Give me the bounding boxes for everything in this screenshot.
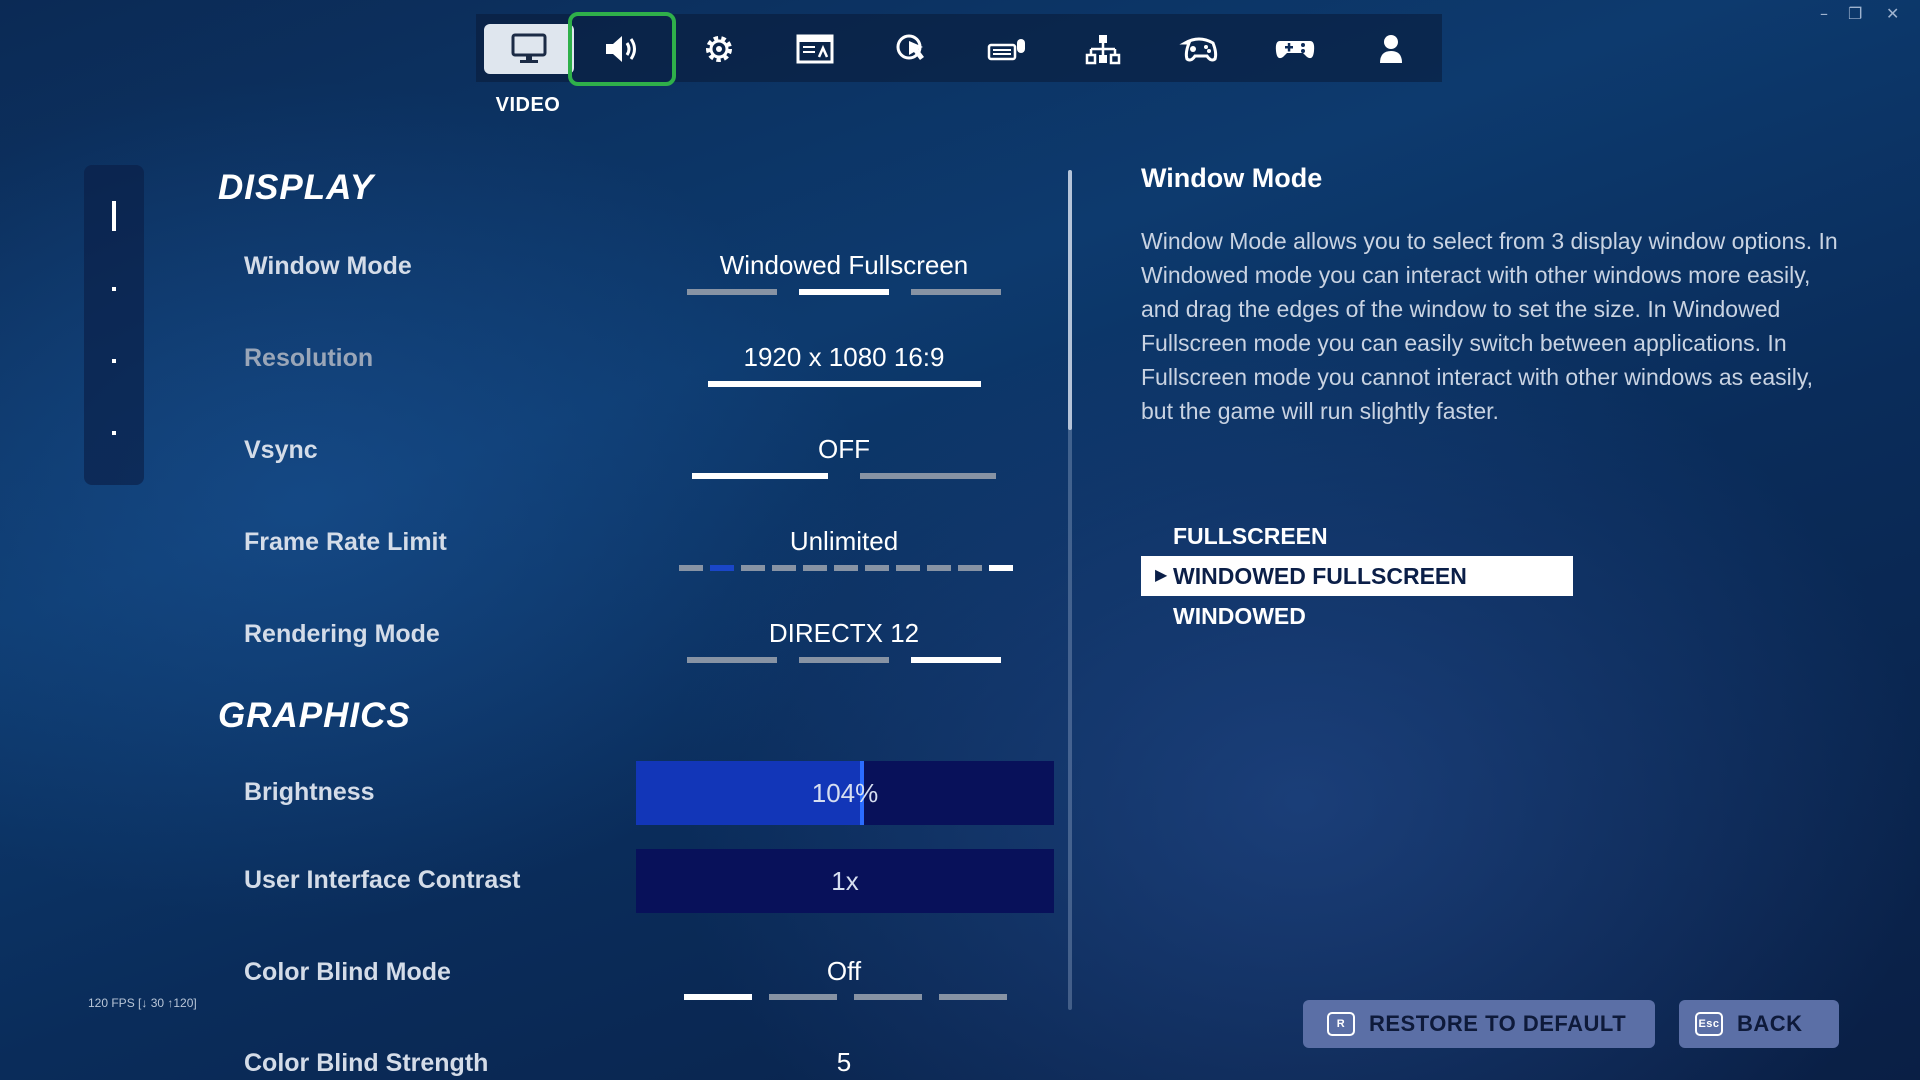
frame-rate-limit-value[interactable]: Unlimited [664, 526, 1024, 557]
tab-video[interactable] [484, 24, 574, 74]
help-title: Window Mode [1141, 163, 1323, 193]
brightness-value: 104% [811, 778, 879, 808]
option-segment[interactable] [687, 289, 777, 295]
help-description: Window Mode allows you to select from 3 … [1141, 228, 1838, 424]
network-icon [1085, 35, 1121, 65]
option-segment[interactable] [684, 994, 752, 1000]
rendering-mode-value[interactable]: DIRECTX 12 [664, 618, 1024, 649]
option-segment[interactable] [692, 473, 828, 479]
back-label: BACK [1737, 1011, 1803, 1036]
option-segment[interactable] [687, 657, 777, 663]
active-tab-label: VIDEO [495, 94, 561, 116]
vsync-value[interactable]: OFF [664, 434, 1024, 465]
option-segment[interactable] [710, 565, 734, 571]
section-marker-active[interactable] [112, 201, 116, 231]
ui-contrast-label: User Interface Contrast [244, 866, 521, 894]
option-segment[interactable] [860, 473, 996, 479]
option-label: FULLSCREEN [1173, 523, 1328, 549]
option-segment[interactable] [927, 565, 951, 571]
color-blind-mode-value[interactable]: Off [664, 956, 1024, 987]
tab-controls[interactable] [1058, 24, 1148, 74]
tab-controller[interactable] [1154, 24, 1244, 74]
restore-button[interactable]: ❐ [1848, 4, 1862, 23]
option-segment[interactable] [958, 565, 982, 571]
section-navigator[interactable] [84, 165, 144, 485]
section-marker[interactable] [112, 359, 116, 363]
tab-accessibility[interactable] [770, 24, 860, 74]
option-segment[interactable] [989, 565, 1013, 571]
option-segment[interactable] [834, 565, 858, 571]
close-button[interactable]: ✕ [1886, 4, 1899, 23]
color-blind-mode-label: Color Blind Mode [244, 958, 451, 986]
option-label: WINDOWED [1173, 603, 1306, 629]
display-text-icon [796, 34, 834, 64]
user-icon [1380, 35, 1402, 63]
vsync-label: Vsync [244, 436, 318, 464]
window-mode-value[interactable]: Windowed Fullscreen [664, 250, 1024, 281]
speaker-icon [606, 36, 636, 62]
ui-contrast-slider[interactable]: 1x [636, 849, 1054, 913]
section-marker[interactable] [112, 431, 116, 435]
caret-right-icon: ▶ [1155, 567, 1168, 584]
option-segment[interactable] [865, 565, 889, 571]
option-label: WINDOWED FULLSCREEN [1173, 563, 1467, 589]
option-segment[interactable] [896, 565, 920, 571]
gear-icon [706, 36, 732, 62]
section-title-display: DISPLAY [218, 168, 375, 207]
restore-to-default-label: RESTORE TO DEFAULT [1369, 1011, 1627, 1036]
option-segment[interactable] [679, 565, 703, 571]
frame-rate-limit-label: Frame Rate Limit [244, 528, 447, 556]
tab-account[interactable] [1346, 24, 1436, 74]
resolution-underline [708, 381, 981, 387]
gamepad-icon [1275, 41, 1315, 59]
back-button[interactable]: Esc BACK [1679, 1000, 1839, 1048]
option-segment[interactable] [769, 994, 837, 1000]
keycap-esc-icon: Esc [1695, 1012, 1723, 1036]
controller-icon [1179, 37, 1218, 62]
tab-gamepad[interactable] [1250, 24, 1340, 74]
tab-touch[interactable] [866, 24, 956, 74]
keyboard-mouse-icon [987, 39, 1025, 61]
option-segment[interactable] [799, 289, 889, 295]
option-segment[interactable] [939, 994, 1007, 1000]
settings-tab-bar [476, 12, 1442, 86]
section-title-graphics: GRAPHICS [218, 696, 411, 735]
option-segment[interactable] [911, 657, 1001, 663]
minimize-button[interactable]: – [1820, 4, 1828, 23]
option-fullscreen[interactable]: FULLSCREEN [1141, 516, 1573, 556]
rendering-mode-label: Rendering Mode [244, 620, 440, 648]
option-segment[interactable] [741, 565, 765, 571]
resolution-value[interactable]: 1920 x 1080 16:9 [664, 342, 1024, 373]
monitor-icon [511, 33, 547, 63]
color-blind-strength-value[interactable]: 5 [664, 1047, 1024, 1078]
window-mode-label: Window Mode [244, 252, 412, 280]
color-blind-strength-label: Color Blind Strength [244, 1049, 489, 1077]
brightness-slider[interactable]: 104% [636, 761, 1054, 825]
settings-scrollbar-thumb[interactable] [1068, 170, 1072, 430]
restore-to-default-button[interactable]: R RESTORE TO DEFAULT [1303, 1000, 1655, 1048]
ui-contrast-value: 1x [831, 866, 859, 896]
fps-readout: 120 FPS [↓ 30 ↑120] [88, 996, 197, 1010]
option-windowed-fullscreen[interactable]: ▶ WINDOWED FULLSCREEN [1141, 556, 1573, 596]
option-segment[interactable] [803, 565, 827, 571]
option-segment[interactable] [911, 289, 1001, 295]
option-segment[interactable] [799, 657, 889, 663]
section-marker[interactable] [112, 287, 116, 291]
brightness-label: Brightness [244, 778, 375, 806]
touch-icon [896, 34, 924, 60]
tab-audio[interactable] [568, 12, 676, 86]
keycap-r-icon: R [1327, 1012, 1355, 1036]
option-windowed[interactable]: WINDOWED [1141, 596, 1573, 636]
tab-game[interactable] [674, 24, 764, 74]
resolution-label: Resolution [244, 344, 374, 372]
tab-keyboard-mouse[interactable] [962, 24, 1052, 74]
option-segment[interactable] [772, 565, 796, 571]
option-segment[interactable] [854, 994, 922, 1000]
